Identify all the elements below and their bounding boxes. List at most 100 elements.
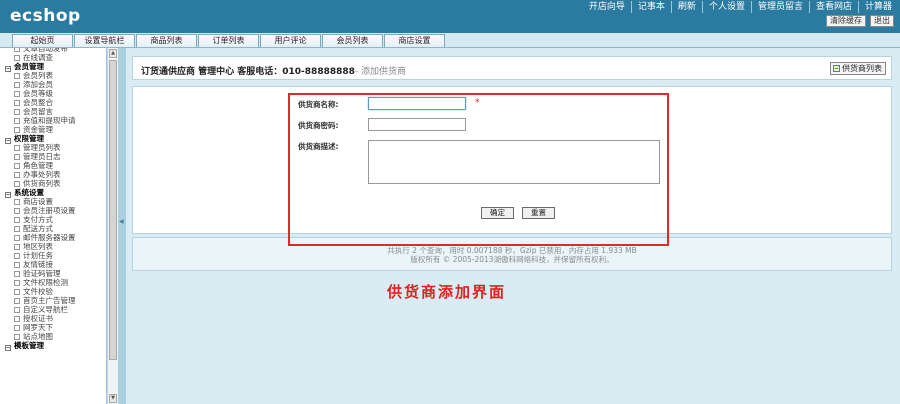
- sidebar-item[interactable]: 资金管理: [0, 125, 106, 134]
- sidebar-item[interactable]: 管理员列表: [0, 143, 106, 152]
- sidebar-item[interactable]: 配送方式: [0, 224, 106, 233]
- sidebar-item-label: 系统设置: [14, 188, 44, 197]
- bullet-box-icon: [14, 235, 20, 241]
- top-link-calculator[interactable]: 计算器: [859, 1, 894, 13]
- submit-button[interactable]: 确定: [481, 207, 514, 219]
- sidebar-item[interactable]: 自定义导航栏: [0, 305, 106, 314]
- scroll-down-arrow-icon[interactable]: ▼: [109, 394, 117, 403]
- tab-user-comments[interactable]: 用户评论: [260, 34, 321, 47]
- bullet-box-icon: [14, 226, 20, 232]
- logout-button[interactable]: 退出: [870, 15, 894, 27]
- sidebar-item[interactable]: 友情链接: [0, 260, 106, 269]
- minus-box-icon: −: [5, 192, 11, 198]
- supplier-password-input[interactable]: [368, 118, 466, 131]
- sidebar-item[interactable]: 地区列表: [0, 242, 106, 251]
- top-link-refresh[interactable]: 刷新: [672, 1, 703, 13]
- sidebar-item[interactable]: 管理员日志: [0, 152, 106, 161]
- sidebar-item[interactable]: 授权证书: [0, 314, 106, 323]
- sidebar-item[interactable]: 会员列表: [0, 71, 106, 80]
- tab-store-settings[interactable]: 商店设置: [384, 34, 445, 47]
- bullet-box-icon: [14, 217, 20, 223]
- sidebar-scrollbar[interactable]: ▲ ▼: [107, 48, 118, 404]
- sidebar-category[interactable]: − 模板管理: [0, 341, 106, 351]
- supplier-list-button[interactable]: 供货商列表: [830, 62, 886, 75]
- sidebar-category[interactable]: − 系统设置: [0, 188, 106, 198]
- sidebar-item[interactable]: 角色管理: [0, 161, 106, 170]
- sidebar-splitter[interactable]: ◀: [118, 48, 126, 404]
- sidebar-item-label: 网罗天下: [23, 323, 53, 332]
- main-content: 订货通供应商 管理中心 客服电话：010-88888888- 添加供货商 供货商…: [126, 48, 900, 404]
- sidebar-item[interactable]: 支付方式: [0, 215, 106, 224]
- sidebar-item-label: 添加会员: [23, 80, 53, 89]
- sidebar-item[interactable]: 充值和提现申请: [0, 116, 106, 125]
- tab-order-list[interactable]: 订单列表: [198, 34, 259, 47]
- bullet-box-icon: [14, 154, 20, 160]
- bullet-box-icon: [14, 118, 20, 124]
- collapse-arrow-icon[interactable]: ◀: [119, 218, 124, 225]
- ecshop-logo: ecshop: [10, 6, 81, 26]
- sidebar-item-label: 验证码管理: [23, 269, 61, 278]
- tab-nav-settings[interactable]: 设置导航栏: [74, 34, 135, 47]
- bullet-box-icon: [14, 262, 20, 268]
- top-link-personal-settings[interactable]: 个人设置: [703, 1, 752, 13]
- tab-start-page[interactable]: 起始页: [12, 34, 73, 47]
- sidebar-item[interactable]: 文件权限检测: [0, 278, 106, 287]
- bullet-box-icon: [14, 208, 20, 214]
- bullet-box-icon: [14, 145, 20, 151]
- sidebar-category[interactable]: − 权限管理: [0, 134, 106, 144]
- sidebar-item[interactable]: 会员等级: [0, 89, 106, 98]
- sidebar-item[interactable]: 办事处列表: [0, 170, 106, 179]
- form-button-row: 确定 重置: [481, 207, 555, 219]
- top-link-setup-wizard[interactable]: 开店向导: [583, 1, 632, 13]
- sidebar-item[interactable]: 会员整合: [0, 98, 106, 107]
- tab-product-list[interactable]: 商品列表: [136, 34, 197, 47]
- sidebar-item[interactable]: 供货商列表: [0, 179, 106, 188]
- supplier-name-input[interactable]: [368, 97, 466, 110]
- sidebar-item[interactable]: 会员注册项设置: [0, 206, 106, 215]
- top-link-view-store[interactable]: 查看网店: [810, 1, 859, 13]
- top-links: 开店向导 记事本 刷新 个人设置 管理员留言 查看网店 计算器: [583, 1, 894, 13]
- scroll-up-arrow-icon[interactable]: ▲: [109, 49, 117, 58]
- sidebar-item[interactable]: 站点地图: [0, 332, 106, 341]
- supplier-desc-label: 供货商描述:: [298, 142, 339, 151]
- sidebar-item-label: 配送方式: [23, 224, 53, 233]
- sidebar-item[interactable]: 添加会员: [0, 80, 106, 89]
- supplier-desc-textarea[interactable]: [368, 140, 660, 184]
- sidebar-item[interactable]: 文件校验: [0, 287, 106, 296]
- list-icon: [833, 65, 840, 72]
- page-subtitle: - 添加供货商: [354, 67, 406, 77]
- sidebar-menu: 文章自动发布 在线调查 − 会员管理 会员列表 添加会员 会员等级 会员整合 会员留言 充值和提现…: [0, 48, 107, 404]
- nav-bar: 起始页 设置导航栏 商品列表 订单列表 用户评论 会员列表 商店设置: [0, 33, 900, 48]
- sidebar-item-label: 会员等级: [23, 89, 53, 98]
- sidebar-item-label: 文件权限检测: [23, 278, 68, 287]
- sidebar-item[interactable]: 会员留言: [0, 107, 106, 116]
- bullet-box-icon: [14, 199, 20, 205]
- sidebar-item[interactable]: 商店设置: [0, 197, 106, 206]
- page-footer: 共执行 2 个查询，用时 0.007188 秒，Gzip 已禁用，内存占用 1.…: [132, 237, 892, 271]
- sidebar-item-label: 地区列表: [23, 242, 53, 251]
- sidebar-item[interactable]: 计划任务: [0, 251, 106, 260]
- tab-member-list[interactable]: 会员列表: [322, 34, 383, 47]
- sidebar-item[interactable]: 邮件服务器设置: [0, 233, 106, 242]
- footer-stats: 共执行 2 个查询，用时 0.007188 秒，Gzip 已禁用，内存占用 1.…: [387, 246, 637, 255]
- sidebar-item-label: 管理员列表: [23, 143, 61, 152]
- sidebar-item[interactable]: 首页主广告管理: [0, 296, 106, 305]
- page-title: 订货通供应商 管理中心 客服电话：010-88888888- 添加供货商: [141, 64, 406, 77]
- sidebar-item-label: 会员整合: [23, 98, 53, 107]
- clear-cache-button[interactable]: 清除缓存: [826, 15, 866, 27]
- sidebar-item-label: 供货商列表: [23, 179, 61, 188]
- bullet-box-icon: [14, 82, 20, 88]
- top-link-notepad[interactable]: 记事本: [632, 1, 672, 13]
- bullet-box-icon: [14, 163, 20, 169]
- sidebar-item[interactable]: 验证码管理: [0, 269, 106, 278]
- add-supplier-form: 供货商名称: * 供货商密码: 供货商描述: 确定 重置: [132, 86, 892, 234]
- reset-button[interactable]: 重置: [522, 207, 555, 219]
- sidebar-category[interactable]: − 会员管理: [0, 62, 106, 72]
- bullet-box-icon: [14, 73, 20, 79]
- sidebar-item-label: 角色管理: [23, 161, 53, 170]
- minus-box-icon: −: [5, 66, 11, 72]
- sidebar-item[interactable]: 在线调查: [0, 53, 106, 62]
- sidebar-item[interactable]: 网罗天下: [0, 323, 106, 332]
- scroll-thumb[interactable]: [109, 60, 117, 360]
- top-link-admin-messages[interactable]: 管理员留言: [752, 1, 810, 13]
